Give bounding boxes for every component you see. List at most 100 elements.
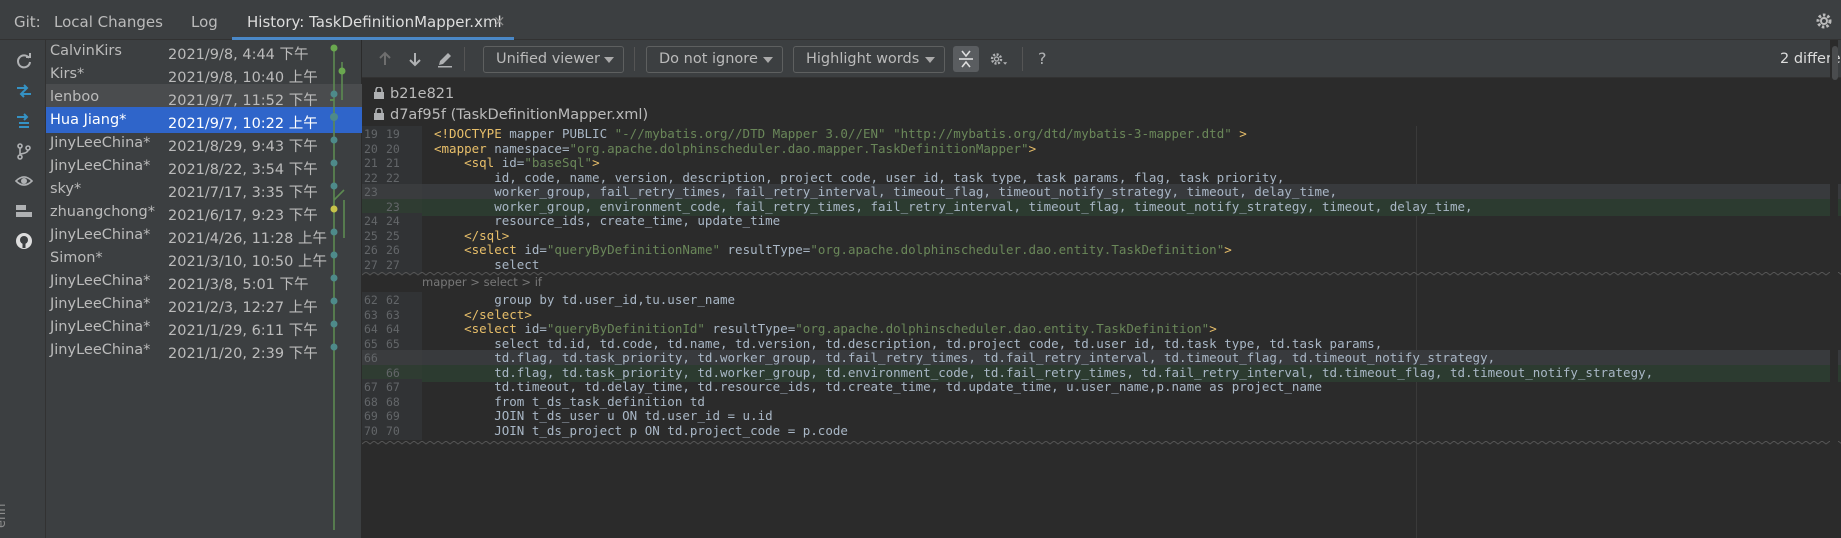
right-line-number: 20 — [386, 141, 400, 156]
toolbar-separator — [464, 47, 465, 71]
breadcrumb[interactable]: mapper > select > if — [422, 275, 542, 291]
commit-author: JinyLeeChina* — [50, 319, 151, 335]
compare-arrows-icon[interactable] — [15, 82, 33, 100]
left-line-number: 24 — [364, 214, 378, 228]
left-line-number: 66 — [364, 351, 378, 365]
left-line-number: 62 — [364, 293, 378, 307]
right-line-number: 69 — [386, 409, 400, 423]
compare-local-icon[interactable] — [15, 112, 33, 130]
left-revision: b21e821 — [374, 86, 454, 102]
layout-icon[interactable] — [15, 202, 33, 220]
left-line-number: 26 — [364, 243, 378, 257]
viewer-mode-dropdown[interactable]: Unified viewer — [483, 46, 624, 73]
right-line-number: 26 — [386, 243, 400, 257]
help-icon[interactable]: ? — [1038, 49, 1056, 68]
chevron-down-icon — [763, 57, 773, 63]
right-revision: d7af95f (TaskDefinitionMapper.xml) — [374, 107, 648, 123]
left-line-number: 65 — [364, 336, 378, 351]
right-line-number: 67 — [386, 380, 400, 394]
collapsed-region-marker[interactable] — [362, 441, 1841, 447]
commit-date: 2021/1/20, 2:39 下午 — [168, 346, 318, 362]
line-number-gutter: 27 27 — [362, 256, 422, 274]
vertical-panel-label: ehn — [0, 503, 9, 528]
branch-icon[interactable] — [15, 142, 33, 160]
edit-source-icon[interactable] — [436, 50, 454, 68]
tab-local-changes[interactable]: Local Changes — [54, 13, 163, 31]
left-line-number: 63 — [364, 307, 378, 322]
commit-author: CalvinKirs — [50, 43, 122, 59]
tab-log[interactable]: Log — [191, 13, 218, 31]
ignore-whitespace-dropdown[interactable]: Do not ignore — [646, 46, 783, 73]
commit-author: zhuangchong* — [50, 204, 155, 220]
next-difference-icon[interactable] — [406, 50, 424, 68]
left-line-number: 70 — [364, 423, 378, 438]
right-revision-label: d7af95f (TaskDefinitionMapper.xml) — [390, 107, 649, 123]
commit-row[interactable]: JinyLeeChina* 2021/1/20, 2:39 下午 — [46, 337, 362, 363]
diff-viewer: Unified viewer Do not ignore Highlight w… — [362, 40, 1841, 538]
unified-diff-content[interactable]: 19 19 <!DOCTYPE mapper PUBLIC "-//mybatis.… — [362, 126, 1841, 538]
right-line-number: 27 — [386, 257, 400, 272]
right-line-number: 64 — [386, 322, 400, 336]
line-number-gutter: 70 70 — [362, 422, 422, 440]
right-line-number: 25 — [386, 228, 400, 243]
commit-history-list: CalvinKirs 2021/9/8, 4:44 下午 Kirs* 2021/9/8… — [46, 40, 362, 538]
commit-author: Hua Jiang* — [50, 112, 127, 128]
left-line-number: 67 — [364, 380, 378, 394]
right-line-number: 62 — [386, 293, 400, 307]
chevron-down-icon — [604, 57, 614, 63]
left-line-number: 23 — [364, 185, 378, 199]
lock-icon — [374, 108, 384, 120]
left-revision-label: b21e821 — [390, 86, 455, 102]
toolbar-separator — [634, 47, 635, 71]
scrollbar-thumb[interactable] — [1832, 46, 1838, 80]
right-line-number: 19 — [386, 127, 400, 141]
vcs-tab-bar: Git: Local Changes Log History: TaskDefi… — [0, 0, 1841, 40]
commit-author: sky* — [50, 181, 82, 197]
commit-graph — [330, 44, 346, 530]
previous-difference-icon[interactable] — [376, 50, 394, 68]
right-line-number: 70 — [386, 423, 400, 438]
left-line-number: 68 — [364, 394, 378, 409]
code-line[interactable]: select — [422, 257, 1841, 274]
commit-author: Kirs* — [50, 66, 85, 82]
commit-author: JinyLeeChina* — [50, 296, 151, 312]
highlight-mode-dropdown[interactable]: Highlight words — [793, 46, 945, 73]
left-line-number: 25 — [364, 228, 378, 243]
left-line-number: 20 — [364, 141, 378, 156]
eye-icon[interactable] — [15, 172, 33, 190]
right-line-number: 24 — [386, 214, 400, 228]
left-line-number: 69 — [364, 409, 378, 423]
commit-author: JinyLeeChina* — [50, 227, 151, 243]
chevron-down-icon — [925, 57, 935, 63]
github-icon[interactable] — [15, 232, 33, 250]
collapse-unchanged-icon — [959, 50, 973, 68]
commit-author: JinyLeeChina* — [50, 273, 151, 289]
ignore-whitespace-value: Do not ignore — [659, 51, 758, 67]
commit-author: JinyLeeChina* — [50, 158, 151, 174]
right-line-number: 23 — [386, 199, 400, 214]
left-line-number: 64 — [364, 322, 378, 336]
vertical-scrollbar[interactable] — [1830, 40, 1838, 538]
commit-author: JinyLeeChina* — [50, 135, 151, 151]
refresh-icon[interactable] — [15, 52, 33, 70]
commit-author: JinyLeeChina* — [50, 342, 151, 358]
close-tab-icon[interactable]: × — [493, 12, 506, 30]
commit-author: Simon* — [50, 250, 103, 266]
left-line-number: 19 — [364, 127, 378, 141]
left-line-number: 22 — [364, 170, 378, 185]
code-line[interactable]: JOIN t_ds_project p ON td.project_code =… — [422, 423, 1841, 440]
viewer-mode-value: Unified viewer — [496, 51, 600, 67]
tab-history[interactable]: History: TaskDefinitionMapper.xml — [247, 13, 502, 31]
right-line-number: 65 — [386, 336, 400, 351]
right-line-number: 68 — [386, 394, 400, 409]
git-label: Git: — [14, 13, 41, 31]
right-line-number: 22 — [386, 170, 400, 185]
diff-toolbar: Unified viewer Do not ignore Highlight w… — [362, 40, 1841, 78]
collapse-unchanged-button[interactable] — [953, 46, 979, 72]
settings-gear-icon[interactable] — [990, 50, 1008, 68]
commit-author: lenboo — [50, 89, 100, 105]
collapsed-region-marker[interactable] — [362, 272, 1841, 278]
gear-icon[interactable] — [1815, 12, 1833, 30]
right-line-number: 66 — [386, 365, 400, 380]
left-line-number: 27 — [364, 257, 378, 272]
